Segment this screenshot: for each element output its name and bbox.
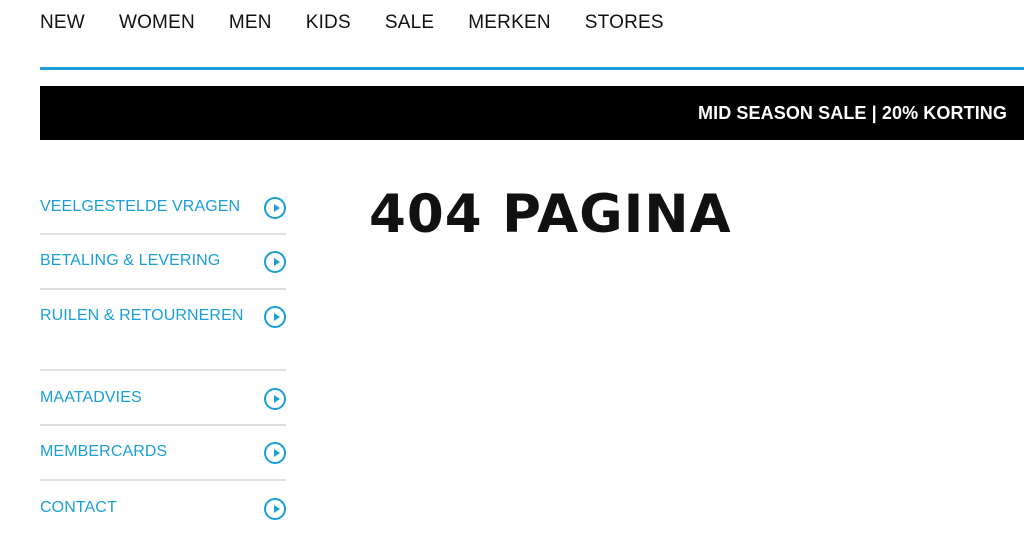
nav-item-merken[interactable]: MERKEN (468, 0, 551, 33)
sidebar-item-label: CONTACT (40, 499, 117, 516)
nav-item-kids[interactable]: KIDS (306, 0, 351, 33)
top-navigation: NEW WOMEN MEN KIDS SALE MERKEN STORES (40, 0, 1024, 70)
page-title: 404 PAGINA (369, 184, 732, 245)
sidebar-item-label: MEMBERCARDS (40, 443, 168, 460)
promo-banner[interactable]: MID SEASON SALE | 20% KORTING (40, 86, 1024, 140)
sidebar-item-ruilen-retourneren[interactable]: RUILEN & RETOURNEREN (40, 290, 286, 371)
nav-item-new[interactable]: NEW (40, 0, 85, 33)
sidebar-item-label: BETALING & LEVERING (40, 252, 221, 269)
chevron-right-circle-icon (264, 498, 286, 520)
sidebar-item-membercards[interactable]: MEMBERCARDS (40, 426, 286, 481)
sidebar-item-betaling-levering[interactable]: BETALING & LEVERING (40, 235, 286, 290)
nav-item-men[interactable]: MEN (229, 0, 272, 33)
chevron-right-circle-icon (264, 442, 286, 464)
sidebar-item-label: VEELGESTELDE VRAGEN (40, 198, 241, 215)
sidebar-item-label: RUILEN & RETOURNEREN (40, 307, 244, 324)
nav-item-sale[interactable]: SALE (385, 0, 434, 33)
chevron-right-circle-icon (264, 251, 286, 273)
chevron-right-circle-icon (264, 197, 286, 219)
page: NEW WOMEN MEN KIDS SALE MERKEN STORES MI… (0, 0, 1024, 551)
sidebar-menu: VEELGESTELDE VRAGEN BETALING & LEVERING … (40, 180, 286, 536)
sidebar-item-maatadvies[interactable]: MAATADVIES (40, 371, 286, 426)
sidebar-item-label: MAATADVIES (40, 389, 142, 406)
nav-item-stores[interactable]: STORES (585, 0, 664, 33)
chevron-right-circle-icon (264, 388, 286, 410)
sidebar-item-contact[interactable]: CONTACT (40, 481, 286, 536)
promo-text: MID SEASON SALE | 20% KORTING (698, 102, 1007, 123)
chevron-right-circle-icon (264, 306, 286, 328)
nav-item-women[interactable]: WOMEN (119, 0, 195, 33)
sidebar-item-veelgestelde-vragen[interactable]: VEELGESTELDE VRAGEN (40, 180, 286, 235)
